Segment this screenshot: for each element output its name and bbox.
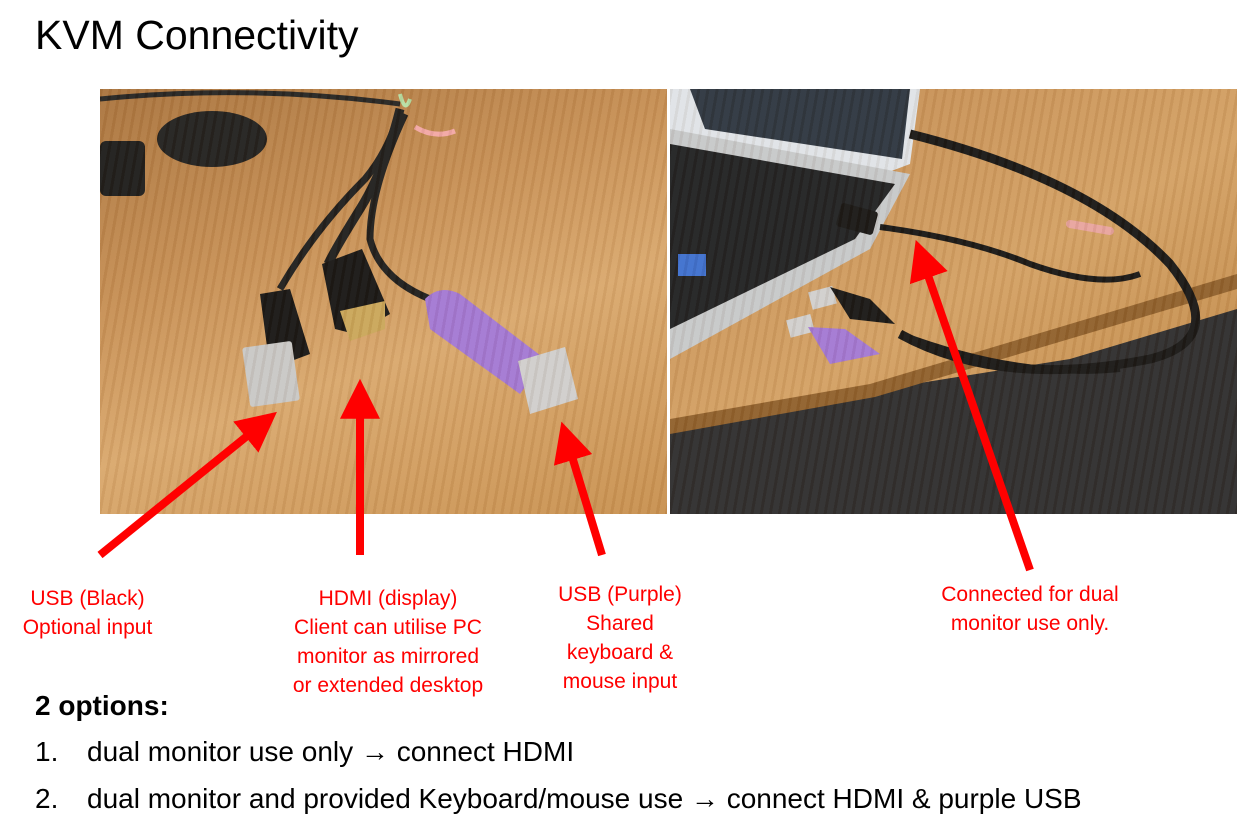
options-heading: 2 options: (35, 690, 169, 721)
caption-line: Client can utilise PC (294, 616, 482, 639)
caption-line: monitor as mirrored (296, 645, 480, 668)
caption-usb-black: USB (Black) Optional input (5, 584, 170, 642)
caption-line: USB (Purple) (558, 583, 682, 606)
caption-line: Optional input (22, 616, 153, 639)
option-number: 2. (35, 783, 59, 814)
photo-laptop-connected (670, 89, 1237, 514)
wood-texture (100, 89, 667, 514)
caption-connected: Connected for dual monitor use only. (910, 580, 1150, 638)
caption-line: HDMI (display) (318, 587, 458, 610)
caption-line: keyboard & (566, 641, 674, 664)
caption-line: USB (Black) (30, 587, 145, 610)
option-item: 1. dual monitor use only → connect HDMI (35, 734, 574, 770)
caption-line: or extended desktop (292, 674, 484, 697)
caption-line: Connected for dual (941, 583, 1119, 606)
option-text: dual monitor use only → connect HDMI (87, 736, 575, 767)
option-number: 1. (35, 736, 59, 767)
caption-line: mouse input (562, 670, 678, 693)
wood-texture (670, 89, 1237, 514)
option-item: 2. dual monitor and provided Keyboard/mou… (35, 781, 1082, 817)
caption-line: monitor use only. (950, 612, 1110, 635)
photo-kvm-connectors (100, 89, 667, 514)
caption-usb-purple: USB (Purple) Shared keyboard & mouse inp… (535, 580, 705, 696)
slide-title: KVM Connectivity (35, 12, 359, 58)
caption-hdmi: HDMI (display) Client can utilise PC mon… (268, 584, 508, 700)
caption-line: Shared (586, 612, 654, 635)
option-text: dual monitor and provided Keyboard/mouse… (87, 783, 1082, 814)
